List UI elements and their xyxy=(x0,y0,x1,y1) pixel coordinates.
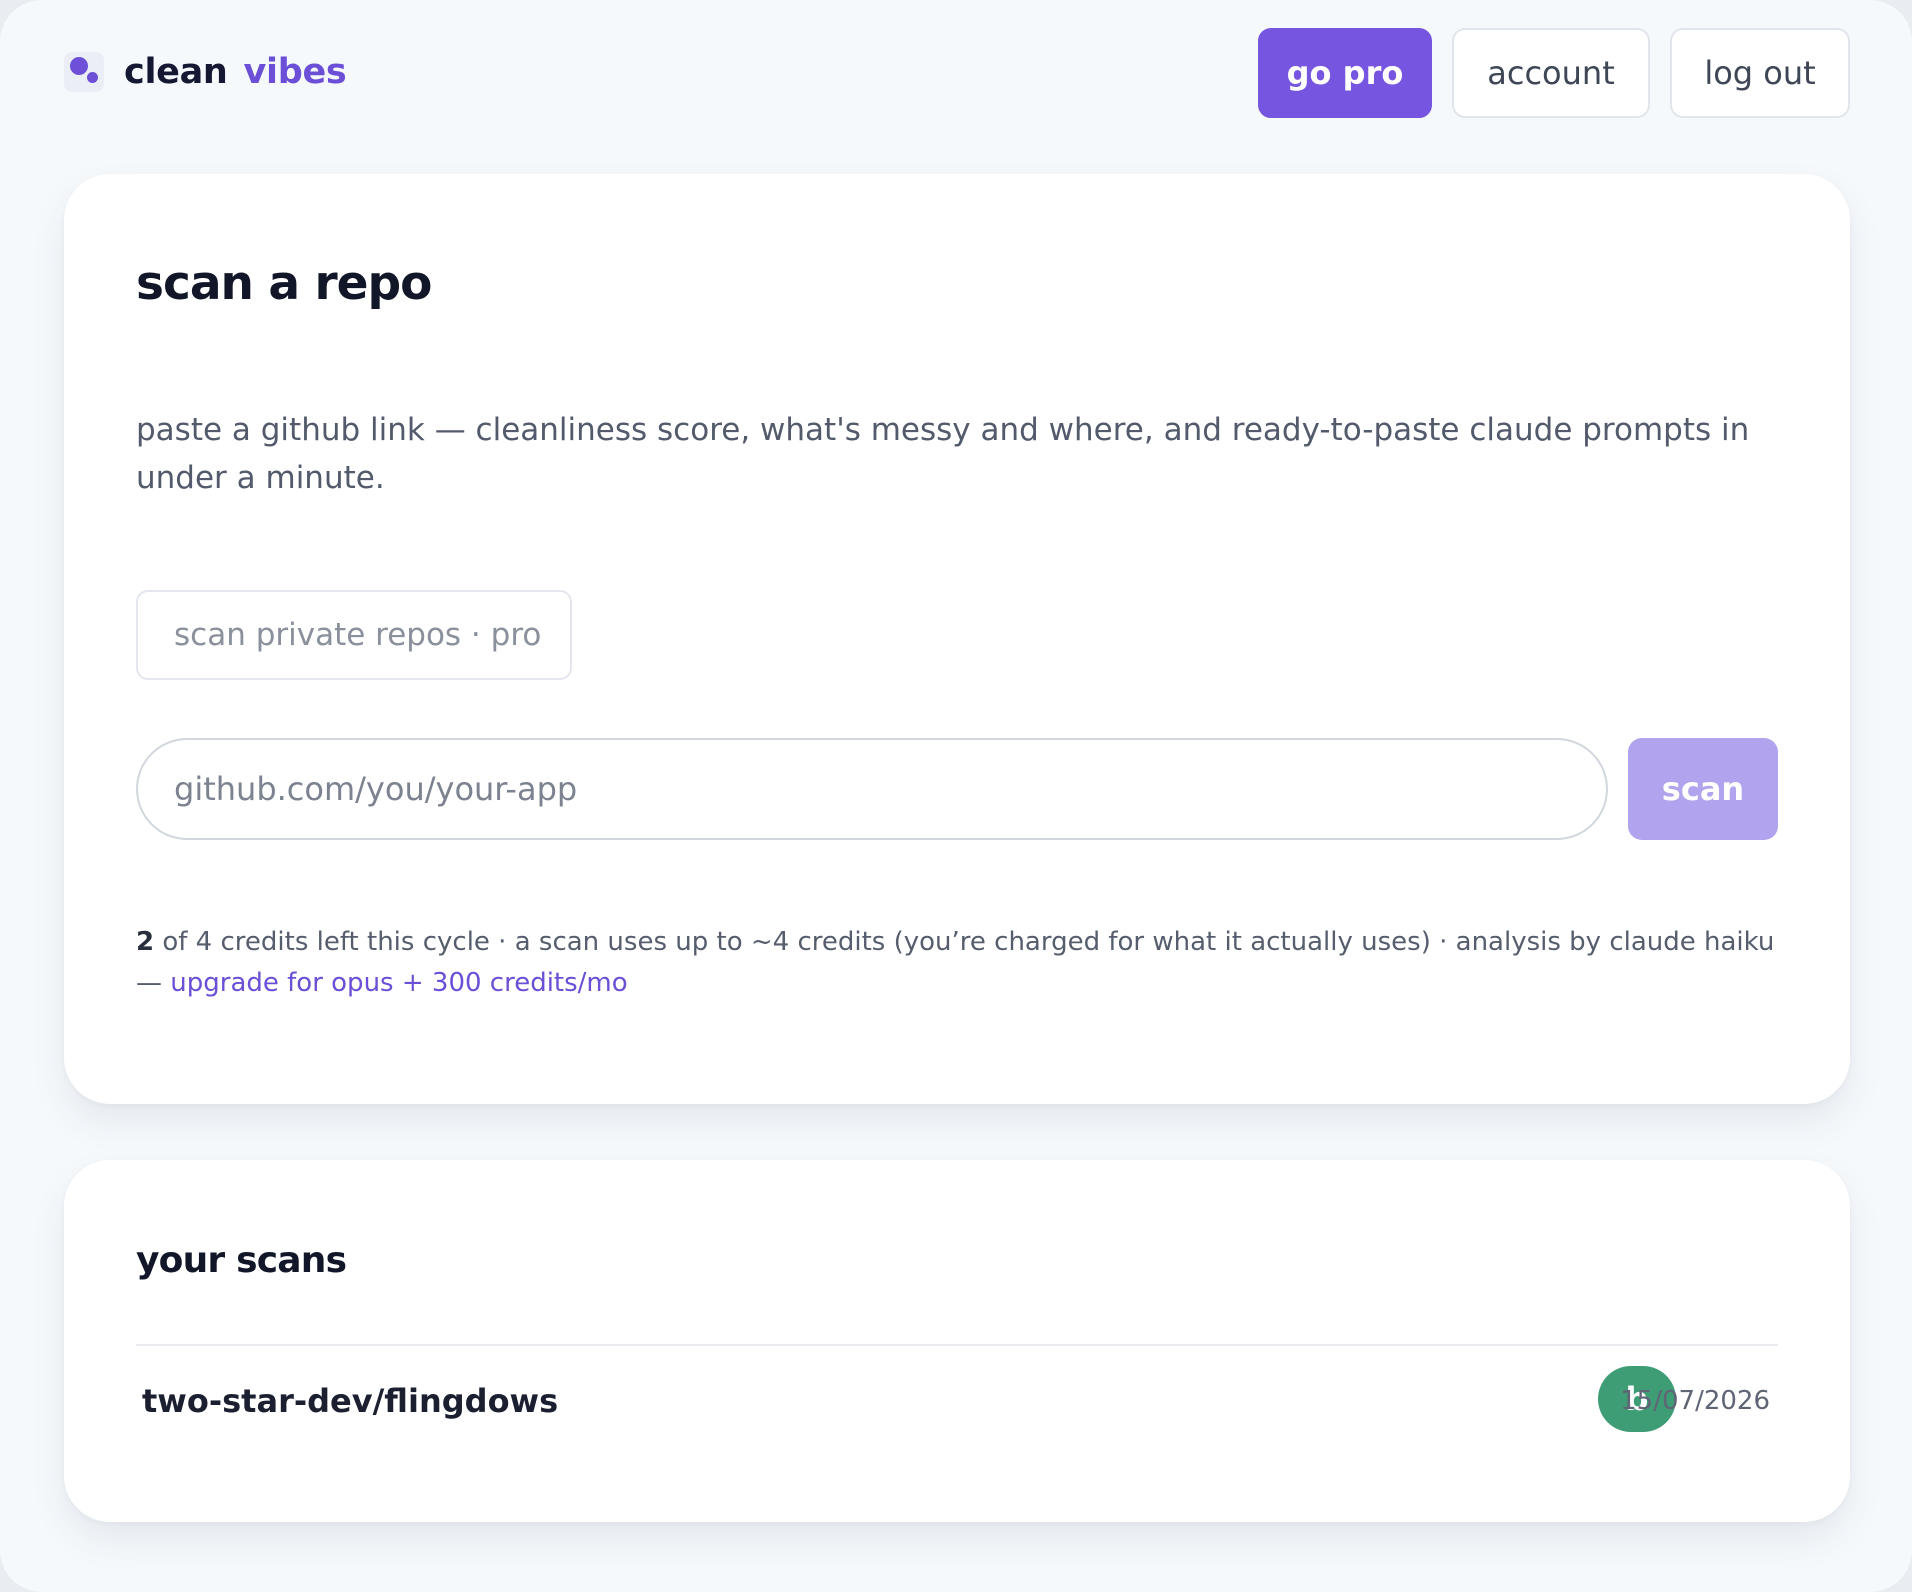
app-window: clean vibes go pro account log out scan … xyxy=(0,0,1912,1592)
scans-card-title: your scans xyxy=(136,1240,347,1281)
scan-button[interactable]: scan xyxy=(1628,738,1778,840)
scan-row[interactable]: two-star-dev/flingdows b 15/07/2026 xyxy=(136,1346,1778,1456)
header-nav: go pro account log out xyxy=(1258,28,1850,118)
scan-card-description: paste a github link — cleanliness score,… xyxy=(136,412,1750,496)
logo-text-accent: vibes xyxy=(243,52,347,92)
private-repos-chip[interactable]: scan private repos · pro xyxy=(136,590,572,680)
go-pro-button[interactable]: go pro xyxy=(1258,28,1432,118)
scan-card-title: scan a repo xyxy=(136,256,432,311)
logo[interactable]: clean vibes xyxy=(64,52,347,92)
credits-info: 2 of 4 credits left this cycle · a scan … xyxy=(136,922,1796,1004)
logo-text: clean xyxy=(124,52,228,92)
scan-date: 15/07/2026 xyxy=(1620,1386,1770,1416)
credits-left-count: 2 xyxy=(136,927,155,957)
logout-button[interactable]: log out xyxy=(1670,28,1850,118)
repo-url-input[interactable] xyxy=(136,738,1608,840)
upgrade-link[interactable]: upgrade for opus + 300 credits/mo xyxy=(170,968,627,998)
account-button[interactable]: account xyxy=(1452,28,1650,118)
scan-repo-card: scan a repo paste a github link — cleanl… xyxy=(64,174,1850,1104)
your-scans-card: your scans two-star-dev/flingdows b 15/0… xyxy=(64,1160,1850,1522)
scan-repo-name: two-star-dev/flingdows xyxy=(142,1382,559,1420)
logo-dots-icon xyxy=(64,52,104,92)
